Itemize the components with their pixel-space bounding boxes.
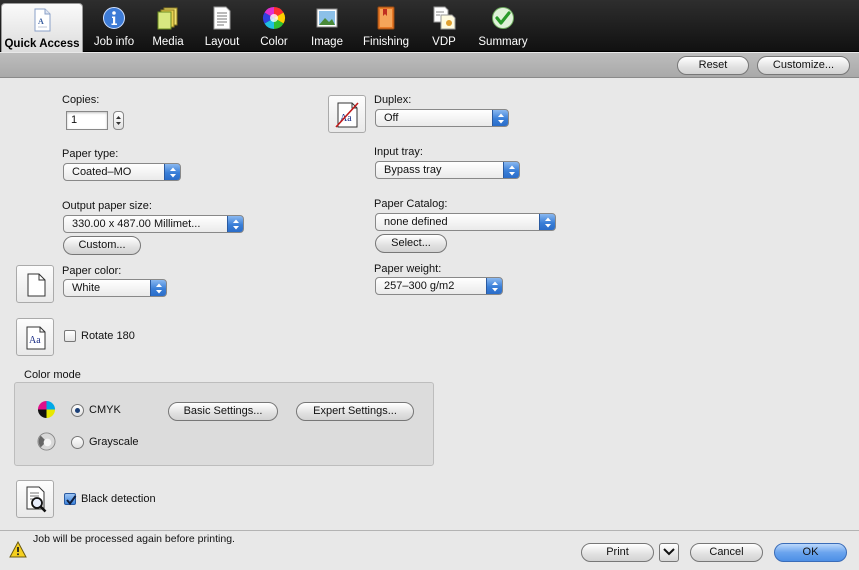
quick-access-doc-icon: A <box>34 8 51 32</box>
paper-catalog-select[interactable]: none defined <box>375 213 556 231</box>
input-tray-select[interactable]: Bypass tray <box>375 161 520 179</box>
tab-color[interactable]: Color <box>252 2 296 52</box>
reset-button[interactable]: Reset <box>677 56 749 75</box>
tab-label: Layout <box>204 36 240 48</box>
popup-arrows-icon <box>227 216 243 232</box>
paper-weight-label: Paper weight: <box>374 263 442 275</box>
black-detection-label: Black detection <box>81 493 156 505</box>
tab-label: Quick Access <box>4 38 80 50</box>
popup-arrows-icon <box>164 164 180 180</box>
summary-checkmark-icon <box>492 7 514 29</box>
output-paper-size-label: Output paper size: <box>62 200 152 212</box>
tab-label: Summary <box>478 36 528 48</box>
blank-page-icon <box>27 273 46 297</box>
paper-type-select[interactable]: Coated–MO <box>63 163 181 181</box>
paper-color-icon-box <box>16 265 54 303</box>
rotate-180-label: Rotate 180 <box>81 330 135 342</box>
custom-size-button[interactable]: Custom... <box>63 236 141 255</box>
duplex-value: Off <box>384 112 399 124</box>
duplex-icon-box[interactable]: Aa <box>328 95 366 133</box>
ok-button[interactable]: OK <box>774 543 847 562</box>
popup-arrows-icon <box>539 214 555 230</box>
customize-button[interactable]: Customize... <box>757 56 850 75</box>
paper-color-label: Paper color: <box>62 265 122 277</box>
svg-text:Aa: Aa <box>29 335 41 346</box>
tab-label: Color <box>260 36 288 48</box>
grayscale-radio[interactable] <box>71 436 84 449</box>
paper-color-value: White <box>72 282 101 294</box>
tab-layout[interactable]: Layout <box>196 2 248 52</box>
input-tray-value: Bypass tray <box>384 164 442 176</box>
magnifier-page-icon <box>26 486 47 513</box>
checkmark-icon <box>66 495 77 506</box>
tab-job-info[interactable]: Job info <box>86 2 142 52</box>
copies-field[interactable]: 1 <box>66 111 108 130</box>
output-paper-size-select[interactable]: 330.00 x 487.00 Millimet... <box>63 215 244 233</box>
popup-arrows-icon <box>150 280 166 296</box>
grayscale-icon <box>37 432 56 451</box>
cmyk-icon <box>37 400 56 419</box>
stepper-arrows-icon <box>116 116 121 125</box>
popup-arrows-icon <box>503 162 519 178</box>
warning-icon <box>9 541 27 558</box>
action-strip: Reset Customize... <box>0 53 859 78</box>
paper-weight-value: 257–300 g/m2 <box>384 280 455 292</box>
finishing-book-icon <box>377 6 395 30</box>
popup-arrows-icon <box>492 110 508 126</box>
paper-color-select[interactable]: White <box>63 279 167 297</box>
status-message: Job will be processed again before print… <box>33 533 235 545</box>
main-toolbar: A Quick Access Job info Media Layout Col… <box>0 0 859 52</box>
tab-label: VDP <box>432 36 456 48</box>
paper-catalog-label: Paper Catalog: <box>374 198 448 210</box>
cmyk-label: CMYK <box>89 404 121 416</box>
tab-media[interactable]: Media <box>144 2 192 52</box>
expert-settings-button[interactable]: Expert Settings... <box>296 402 414 421</box>
paper-type-label: Paper type: <box>62 148 119 160</box>
tab-label: Job info <box>93 36 135 48</box>
paper-weight-select[interactable]: 257–300 g/m2 <box>375 277 503 295</box>
popup-arrows-icon <box>486 278 502 294</box>
cmyk-radio[interactable] <box>71 404 84 417</box>
paper-catalog-value: none defined <box>384 216 448 228</box>
tab-label: Media <box>152 36 184 48</box>
chevron-down-icon <box>663 548 675 556</box>
tab-finishing[interactable]: Finishing <box>356 2 416 52</box>
tab-summary[interactable]: Summary <box>473 2 533 52</box>
tab-quick-access[interactable]: A Quick Access <box>1 3 83 52</box>
color-wheel-icon <box>263 7 285 29</box>
black-detection-icon-box <box>16 480 54 518</box>
duplex-label: Duplex: <box>374 94 412 106</box>
rotate-180-checkbox[interactable] <box>64 330 76 342</box>
cancel-button[interactable]: Cancel <box>690 543 763 562</box>
rotate-page-icon: Aa <box>26 326 46 350</box>
svg-text:A: A <box>38 17 44 26</box>
image-picture-icon <box>316 8 338 28</box>
input-tray-label: Input tray: <box>374 146 423 158</box>
copies-label: Copies: <box>62 94 100 106</box>
rotate-icon-box: Aa <box>16 318 54 356</box>
tab-image[interactable]: Image <box>305 2 349 52</box>
grayscale-label: Grayscale <box>89 436 139 448</box>
color-mode-group <box>14 382 434 466</box>
paper-type-value: Coated–MO <box>72 166 132 178</box>
output-paper-size-value: 330.00 x 487.00 Millimet... <box>72 218 201 230</box>
print-button[interactable]: Print <box>581 543 654 562</box>
color-mode-label: Color mode <box>24 369 81 381</box>
paper-catalog-select-button[interactable]: Select... <box>375 234 447 253</box>
copies-stepper[interactable] <box>113 111 124 130</box>
tab-label: Finishing <box>362 36 410 48</box>
tab-label: Image <box>311 36 343 48</box>
basic-settings-button[interactable]: Basic Settings... <box>168 402 278 421</box>
tab-vdp[interactable]: VDP <box>422 2 466 52</box>
layout-page-icon <box>213 6 231 30</box>
print-options-menu-button[interactable] <box>659 543 679 562</box>
vdp-icon <box>433 6 456 30</box>
black-detection-checkbox[interactable] <box>64 493 77 506</box>
duplex-select[interactable]: Off <box>375 109 509 127</box>
svg-text:Aa: Aa <box>340 113 352 124</box>
media-paper-stack-icon <box>157 7 178 30</box>
duplex-off-icon: Aa <box>335 102 359 128</box>
info-icon <box>103 7 125 29</box>
